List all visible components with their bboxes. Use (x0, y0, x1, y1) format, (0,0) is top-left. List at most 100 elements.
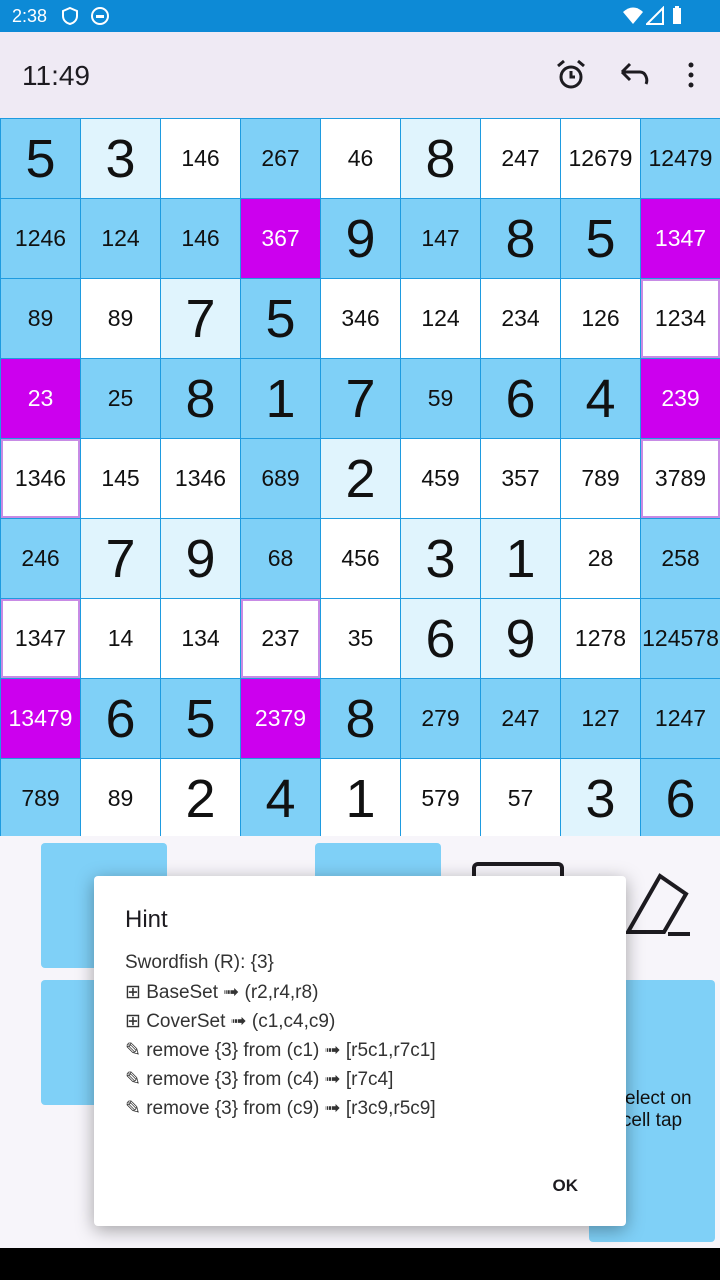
cell-r2c2[interactable]: 124 (81, 199, 160, 278)
cell-r6c9[interactable]: 258 (641, 519, 720, 598)
cell-r8c2[interactable]: 6 (81, 679, 160, 758)
cell-r4c9[interactable]: 239 (641, 359, 720, 438)
cell-r9c7[interactable]: 57 (481, 759, 560, 838)
cell-r2c1[interactable]: 1246 (1, 199, 80, 278)
cell-r7c6[interactable]: 6 (401, 599, 480, 678)
ok-button[interactable]: OK (553, 1176, 579, 1196)
cell-r8c9[interactable]: 1247 (641, 679, 720, 758)
cell-r5c7[interactable]: 357 (481, 439, 560, 518)
cell-r5c4[interactable]: 689 (241, 439, 320, 518)
cell-r3c9[interactable]: 1234 (641, 279, 720, 358)
cell-r3c7[interactable]: 234 (481, 279, 560, 358)
cell-r3c8[interactable]: 126 (561, 279, 640, 358)
wifi-icon (623, 7, 643, 24)
cell-r4c1[interactable]: 23 (1, 359, 80, 438)
signal-icon (646, 6, 664, 25)
cell-r9c9[interactable]: 6 (641, 759, 720, 838)
cell-r3c6[interactable]: 124 (401, 279, 480, 358)
cell-r6c4[interactable]: 68 (241, 519, 320, 598)
cell-r1c6[interactable]: 8 (401, 119, 480, 198)
cell-r5c1[interactable]: 1346 (1, 439, 80, 518)
battery-icon (673, 6, 681, 24)
cell-r8c1[interactable]: 13479 (1, 679, 80, 758)
cell-r8c6[interactable]: 279 (401, 679, 480, 758)
cell-r6c8[interactable]: 28 (561, 519, 640, 598)
cell-r3c4[interactable]: 5 (241, 279, 320, 358)
cell-r5c2[interactable]: 145 (81, 439, 160, 518)
cell-r8c8[interactable]: 127 (561, 679, 640, 758)
cell-r7c4[interactable]: 237 (241, 599, 320, 678)
navigation-bar (0, 1248, 720, 1280)
cell-r6c6[interactable]: 3 (401, 519, 480, 598)
cell-r7c8[interactable]: 1278 (561, 599, 640, 678)
more-options-icon[interactable] (674, 58, 708, 92)
cell-r8c3[interactable]: 5 (161, 679, 240, 758)
dialog-title: Hint (125, 906, 168, 933)
status-time: 2:38 (12, 6, 48, 26)
hint-line: ✎ remove {3} from (c1) ➟ [r5c1,r7c1] (125, 1040, 436, 1061)
status-bar: 2:38 (0, 0, 720, 32)
cell-r7c2[interactable]: 14 (81, 599, 160, 678)
cell-r6c5[interactable]: 456 (321, 519, 400, 598)
cell-r1c8[interactable]: 12679 (561, 119, 640, 198)
cell-r3c5[interactable]: 346 (321, 279, 400, 358)
undo-icon[interactable] (618, 58, 652, 92)
cell-r9c4[interactable]: 4 (241, 759, 320, 838)
cell-r4c5[interactable]: 7 (321, 359, 400, 438)
cell-r9c8[interactable]: 3 (561, 759, 640, 838)
app-notification-icon (91, 7, 109, 25)
cell-r1c4[interactable]: 267 (241, 119, 320, 198)
hint-line: ✎ remove {3} from (c4) ➟ [r7c4] (125, 1069, 394, 1090)
cell-r5c6[interactable]: 459 (401, 439, 480, 518)
eraser-icon[interactable] (620, 868, 692, 938)
cell-r7c3[interactable]: 134 (161, 599, 240, 678)
cell-r2c6[interactable]: 147 (401, 199, 480, 278)
cell-r9c5[interactable]: 1 (321, 759, 400, 838)
cell-r6c3[interactable]: 9 (161, 519, 240, 598)
cell-r8c7[interactable]: 247 (481, 679, 560, 758)
cell-r6c2[interactable]: 7 (81, 519, 160, 598)
cell-r1c1[interactable]: 5 (1, 119, 80, 198)
cell-r2c7[interactable]: 8 (481, 199, 560, 278)
alarm-icon[interactable] (554, 58, 588, 92)
cell-r5c9[interactable]: 3789 (641, 439, 720, 518)
cell-r2c8[interactable]: 5 (561, 199, 640, 278)
cell-r6c7[interactable]: 1 (481, 519, 560, 598)
hint-dialog: Hint Swordfish (R): {3} ⊞ BaseSet ➟ (r2,… (94, 876, 626, 1226)
cell-r9c2[interactable]: 89 (81, 759, 160, 838)
cell-r8c5[interactable]: 8 (321, 679, 400, 758)
cell-r1c9[interactable]: 12479 (641, 119, 720, 198)
cell-r4c7[interactable]: 6 (481, 359, 560, 438)
cell-r7c9[interactable]: 124578 (641, 599, 720, 678)
cell-r2c5[interactable]: 9 (321, 199, 400, 278)
cell-r3c3[interactable]: 7 (161, 279, 240, 358)
cell-r1c2[interactable]: 3 (81, 119, 160, 198)
cell-r7c7[interactable]: 9 (481, 599, 560, 678)
cell-r9c6[interactable]: 579 (401, 759, 480, 838)
cell-r2c3[interactable]: 146 (161, 199, 240, 278)
hint-line: ⊞ BaseSet ➟ (r2,r4,r8) (125, 982, 319, 1003)
cell-r3c2[interactable]: 89 (81, 279, 160, 358)
cell-r4c4[interactable]: 1 (241, 359, 320, 438)
cell-r4c6[interactable]: 59 (401, 359, 480, 438)
cell-r1c5[interactable]: 46 (321, 119, 400, 198)
cell-r9c1[interactable]: 789 (1, 759, 80, 838)
cell-r7c1[interactable]: 1347 (1, 599, 80, 678)
cell-r9c3[interactable]: 2 (161, 759, 240, 838)
cell-r2c4[interactable]: 367 (241, 199, 320, 278)
cell-r1c3[interactable]: 146 (161, 119, 240, 198)
cell-r5c5[interactable]: 2 (321, 439, 400, 518)
cell-r7c5[interactable]: 35 (321, 599, 400, 678)
hint-line: ✎ remove {3} from (c9) ➟ [r3c9,r5c9] (125, 1098, 436, 1119)
cell-r4c3[interactable]: 8 (161, 359, 240, 438)
cell-r5c8[interactable]: 789 (561, 439, 640, 518)
cell-r6c1[interactable]: 246 (1, 519, 80, 598)
cell-r2c9[interactable]: 1347 (641, 199, 720, 278)
cell-r5c3[interactable]: 1346 (161, 439, 240, 518)
cell-r8c4[interactable]: 2379 (241, 679, 320, 758)
sudoku-grid: 5 3 146 267 46 8 247 12679 12479 1246 124 146 367 9 14… (0, 118, 720, 838)
cell-r1c7[interactable]: 247 (481, 119, 560, 198)
cell-r4c8[interactable]: 4 (561, 359, 640, 438)
cell-r3c1[interactable]: 89 (1, 279, 80, 358)
cell-r4c2[interactable]: 25 (81, 359, 160, 438)
